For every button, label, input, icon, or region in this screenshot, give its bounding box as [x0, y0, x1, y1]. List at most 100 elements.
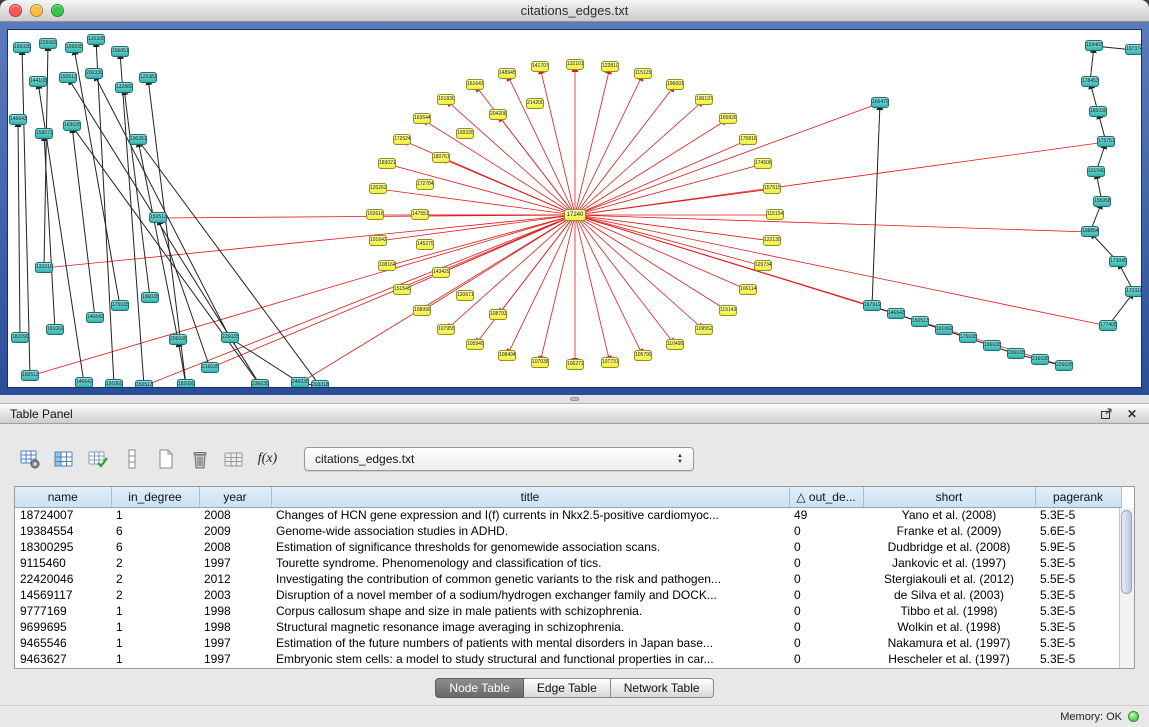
graph-node[interactable]: 1750352: [959, 332, 977, 343]
graph-node[interactable]: 1616432: [466, 79, 484, 90]
graph-node[interactable]: 1505134: [911, 316, 929, 327]
graph-node[interactable]: 1466435: [86, 312, 104, 323]
table-row[interactable]: 977716911998Corpus callosum shape and si…: [15, 603, 1121, 619]
graph-node[interactable]: 1466436: [75, 377, 93, 388]
graph-node[interactable]: 1297349: [754, 260, 772, 271]
graph-node[interactable]: 1079551: [437, 324, 455, 335]
graph-node[interactable]: 1095527: [695, 324, 713, 335]
graph-node[interactable]: 1087930: [489, 309, 507, 320]
table-scrollbar[interactable]: [1119, 508, 1134, 668]
graph-node[interactable]: 1321014: [566, 59, 584, 70]
graph-node[interactable]: 2060352: [1007, 348, 1025, 359]
table-row[interactable]: 946362711997Embryonic stem cells: a mode…: [15, 651, 1121, 667]
graph-node[interactable]: 1730454: [1109, 256, 1127, 267]
graph-node[interactable]: 1820990: [11, 332, 29, 343]
graph-node[interactable]: 1961379: [695, 94, 713, 105]
graph-node[interactable]: 1515457: [393, 284, 411, 295]
graph-node[interactable]: 1441059: [29, 76, 47, 87]
graph-node[interactable]: 1915409: [1087, 166, 1105, 177]
graph-node[interactable]: 1089965: [413, 305, 431, 316]
graph-node[interactable]: 1725246: [393, 134, 411, 145]
graph-node[interactable]: 1784539: [1081, 76, 1099, 87]
column-header-in-degree[interactable]: in_degree: [111, 487, 199, 507]
graph-node[interactable]: 2160351: [201, 362, 219, 373]
graph-node[interactable]: 1703104: [1125, 286, 1142, 297]
window-titlebar[interactable]: citations_edges.txt: [0, 0, 1149, 22]
graph-node[interactable]: 17240: [564, 209, 586, 221]
graph-node[interactable]: 2360351: [251, 379, 269, 388]
rows-button[interactable]: [118, 446, 145, 473]
graph-node[interactable]: 1505133: [135, 380, 153, 388]
graph-node[interactable]: 1417076: [531, 61, 549, 72]
import-table-button[interactable]: [220, 446, 247, 473]
table-row[interactable]: 969969511998Structural magnetic resonanc…: [15, 619, 1121, 635]
graph-node[interactable]: 1960351: [141, 292, 159, 303]
graph-node[interactable]: 1333180: [35, 262, 53, 273]
graph-node[interactable]: 1434297: [432, 267, 450, 278]
graph-node[interactable]: 1903510: [129, 134, 147, 145]
graph-node[interactable]: 2003394: [85, 68, 103, 79]
graph-node[interactable]: 1910697: [935, 324, 953, 335]
table-row[interactable]: 1938455462009Genome-wide association stu…: [15, 523, 1121, 539]
table-row[interactable]: 1456911722003Disruption of a novel membe…: [15, 587, 1121, 603]
graph-node[interactable]: 1070389: [531, 357, 549, 368]
graph-node[interactable]: 1059491: [466, 339, 484, 350]
graph-node[interactable]: 1466437: [887, 308, 905, 319]
graph-node[interactable]: 1679197: [863, 300, 881, 311]
zoom-button[interactable]: [51, 4, 64, 17]
graph-node[interactable]: 2260352: [1055, 360, 1073, 371]
graph-node[interactable]: 2042085: [489, 109, 507, 120]
graph-node[interactable]: 1081640: [378, 260, 396, 271]
graph-node[interactable]: 1104952: [666, 339, 684, 350]
graph-node[interactable]: 1750351: [111, 300, 129, 311]
table-row[interactable]: 1872400712008Changes of HCN gene express…: [15, 507, 1121, 523]
graph-node[interactable]: 1151540: [766, 209, 784, 220]
graph-node[interactable]: 1084941: [498, 350, 516, 361]
graph-node[interactable]: 1850363: [1089, 106, 1107, 117]
table-row[interactable]: 1830029562008Estimation of significance …: [15, 539, 1121, 555]
graph-node[interactable]: 1328890: [115, 82, 133, 93]
graph-node[interactable]: 1594039: [1085, 40, 1103, 51]
scrollbar-thumb[interactable]: [1121, 510, 1132, 594]
graph-node[interactable]: 1758185: [739, 134, 757, 145]
graph-node[interactable]: 2260351: [221, 332, 239, 343]
column-header-year[interactable]: year: [199, 487, 271, 507]
graph-node[interactable]: 2142004: [526, 98, 544, 109]
graph-node[interactable]: 1745083: [754, 158, 772, 169]
graph-node[interactable]: 1505132: [149, 212, 167, 223]
table-row[interactable]: 911546021997Tourette syndrome. Phenomeno…: [15, 555, 1121, 571]
graph-node[interactable]: 1203351: [87, 34, 105, 45]
graph-node[interactable]: 2060351: [169, 334, 187, 345]
graph-node[interactable]: 1151439: [719, 305, 737, 316]
graph-node[interactable]: 1664794: [871, 97, 889, 108]
graph-node[interactable]: 1077310: [601, 357, 619, 368]
graph-node[interactable]: 1466432: [9, 114, 27, 125]
graph-node[interactable]: 1016426: [369, 235, 387, 246]
graph-node[interactable]: 1062716: [566, 359, 584, 370]
edit-table-button[interactable]: [84, 446, 111, 473]
show-columns-button[interactable]: [50, 446, 77, 473]
column-settings-button[interactable]: [16, 446, 43, 473]
table-selector-dropdown[interactable]: citations_edges.txt ▲▼: [304, 447, 694, 471]
graph-node[interactable]: 1206713: [456, 290, 474, 301]
minimize-button[interactable]: [30, 4, 43, 17]
graph-node[interactable]: 1575151: [763, 183, 781, 194]
graph-node[interactable]: 1489453: [498, 68, 516, 79]
graph-node[interactable]: 1151254: [634, 68, 652, 79]
panel-splitter[interactable]: [0, 395, 1149, 403]
graph-node[interactable]: 1202620: [369, 183, 387, 194]
graph-node[interactable]: 1253813: [139, 72, 157, 83]
graph-node[interactable]: 1820991: [177, 379, 195, 388]
graph-node[interactable]: 1650354: [13, 42, 31, 53]
column-header-out-de[interactable]: △ out_de...: [789, 487, 863, 507]
table-row[interactable]: 2242004622012Investigating the contribut…: [15, 571, 1121, 587]
graph-node[interactable]: 1475512: [411, 209, 429, 220]
graph-node[interactable]: 1518302: [437, 94, 455, 105]
delete-table-button[interactable]: [186, 446, 213, 473]
graph-node[interactable]: 1910695: [46, 324, 64, 335]
graph-node[interactable]: 1221398: [763, 235, 781, 246]
graph-node[interactable]: 1910696: [105, 379, 123, 388]
splitter-grip-icon[interactable]: [570, 397, 579, 401]
tab-edge-table[interactable]: Edge Table: [524, 678, 611, 698]
graph-node[interactable]: 1452751: [416, 239, 434, 250]
